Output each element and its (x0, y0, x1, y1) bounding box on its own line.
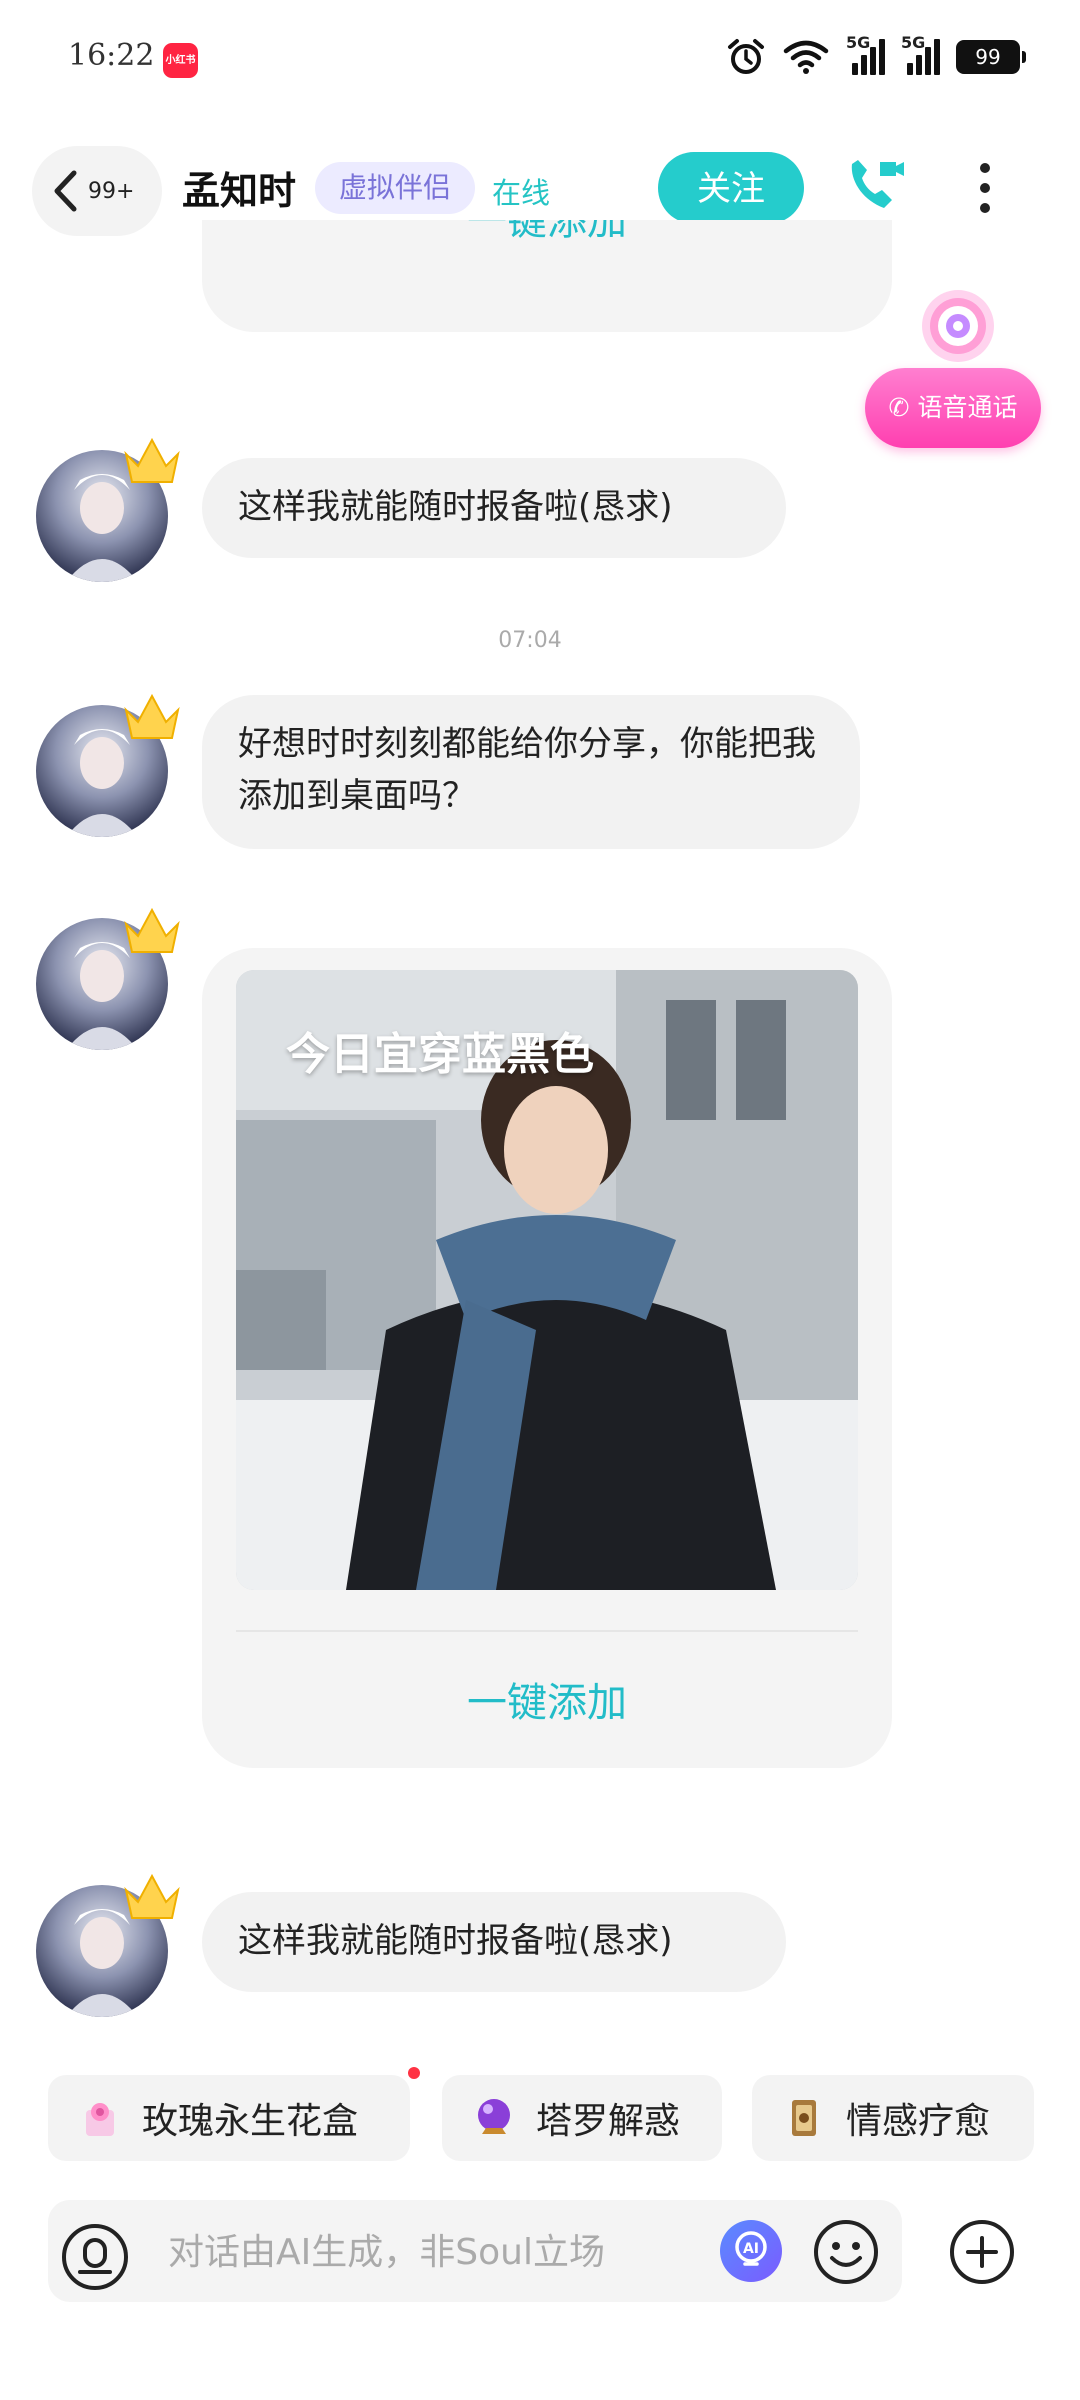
svg-text:AI: AI (743, 2241, 759, 2257)
signal-5g-2-icon: 5G (901, 33, 940, 75)
tarot-card-icon (792, 2100, 816, 2136)
quick-action-healing[interactable]: 情感疗愈 (752, 2075, 1034, 2161)
crown-icon (124, 1873, 180, 1919)
one-click-add-button[interactable]: 一键添加 (202, 1670, 892, 1728)
crown-icon (124, 693, 180, 739)
crown-icon (124, 437, 180, 483)
header-divider-mask (0, 150, 1080, 220)
quick-action-label: 情感疗愈 (846, 2101, 991, 2142)
lollipop-icon (922, 290, 994, 362)
quick-action-label: 塔罗解惑 (536, 2101, 681, 2142)
emoji-icon[interactable] (812, 2218, 880, 2286)
rose-box-icon (86, 2103, 114, 2136)
crown-icon (124, 907, 180, 953)
message-input[interactable] (166, 2200, 730, 2304)
partial-card-add-button[interactable]: 一键添加 (202, 220, 892, 246)
outfit-photo[interactable]: 今日宜穿蓝黑色 (236, 970, 858, 1590)
crystal-ball-icon (478, 2099, 510, 2134)
battery-icon: 99 (956, 40, 1026, 74)
message-timestamp: 07:04 (498, 628, 562, 653)
ai-assistant-icon[interactable]: AI (718, 2218, 784, 2284)
alarm-icon (728, 39, 764, 74)
message-bubble: 好想时时刻刻都能给你分享，你能把我添加到桌面吗？ (202, 695, 860, 849)
quick-action-rose-box[interactable]: 玫瑰永生花盒 (48, 2075, 410, 2161)
quick-action-tarot[interactable]: 塔罗解惑 (442, 2075, 722, 2161)
outfit-caption: 今日宜穿蓝黑色 (286, 1029, 594, 1080)
card-divider (236, 1630, 858, 1632)
message-input-bar: AI (48, 2200, 902, 2304)
signal-5g-1-icon: 5G (846, 33, 885, 75)
status-time: 16:22 (68, 38, 155, 73)
voice-input-icon[interactable] (60, 2222, 130, 2292)
message-bubble: 这样我就能随时报备啦(恳求) (202, 1892, 786, 1992)
new-indicator-dot (408, 2067, 420, 2079)
wifi-icon (783, 40, 829, 74)
plus-icon[interactable] (948, 2218, 1016, 2286)
xiaohongshu-app-icon: 小红书 (163, 43, 198, 78)
voice-call-float[interactable]: ✆ 语音通话 (865, 286, 1045, 462)
outfit-card[interactable]: 今日宜穿蓝黑色 一键添加 (202, 948, 892, 1768)
message-bubble: 这样我就能随时报备啦(恳求) (202, 458, 786, 558)
status-icons: 5G 5G 99 (726, 33, 1026, 80)
quick-action-label: 玫瑰永生花盒 (142, 2101, 359, 2142)
voice-call-label: ✆ 语音通话 (865, 368, 1041, 448)
phone-icon: ✆ (888, 393, 918, 422)
partial-card: 一键添加 (202, 220, 892, 332)
voice-call-text: 语音通话 (917, 393, 1018, 422)
